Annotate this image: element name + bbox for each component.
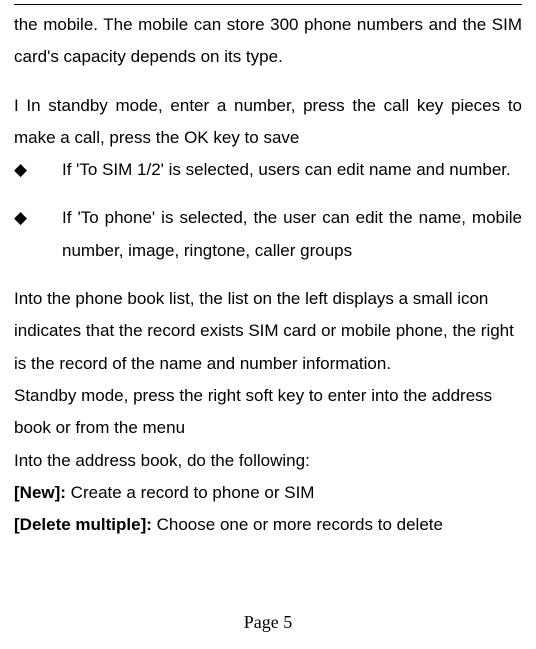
page: the mobile. The mobile can store 300 pho… bbox=[0, 0, 536, 649]
bullet-sim-text: If 'To SIM 1/2' is selected, users can e… bbox=[62, 154, 522, 186]
label-new: [New]: bbox=[14, 483, 71, 502]
header-rule bbox=[14, 4, 522, 5]
paragraph-phonebook-c: Into the address book, do the following: bbox=[14, 445, 522, 477]
paragraph-intro: the mobile. The mobile can store 300 pho… bbox=[14, 9, 522, 74]
page-number: Page 5 bbox=[0, 605, 536, 639]
block-phonebook: Into the phone book list, the list on th… bbox=[14, 283, 522, 541]
item-new: [New]: Create a record to phone or SIM bbox=[14, 477, 522, 509]
block-standby-sim: I In standby mode, enter a number, press… bbox=[14, 90, 522, 187]
bullet-phone-text: If 'To phone' is selected, the user can … bbox=[62, 202, 522, 267]
block-phone: ◆ If 'To phone' is selected, the user ca… bbox=[14, 202, 522, 267]
paragraph-standby: I In standby mode, enter a number, press… bbox=[14, 90, 522, 155]
item-delete-multiple: [Delete multiple]: Choose one or more re… bbox=[14, 509, 522, 541]
bullet-sim: ◆ If 'To SIM 1/2' is selected, users can… bbox=[14, 154, 522, 186]
diamond-icon: ◆ bbox=[14, 202, 62, 234]
diamond-icon: ◆ bbox=[14, 154, 62, 186]
text-new: Create a record to phone or SIM bbox=[71, 483, 315, 502]
text-delete-multiple: Choose one or more records to delete bbox=[157, 515, 443, 534]
bullet-phone: ◆ If 'To phone' is selected, the user ca… bbox=[14, 202, 522, 267]
paragraph-phonebook-a: Into the phone book list, the list on th… bbox=[14, 283, 522, 380]
label-delete-multiple: [Delete multiple]: bbox=[14, 515, 157, 534]
paragraph-phonebook-b: Standby mode, press the right soft key t… bbox=[14, 380, 522, 445]
